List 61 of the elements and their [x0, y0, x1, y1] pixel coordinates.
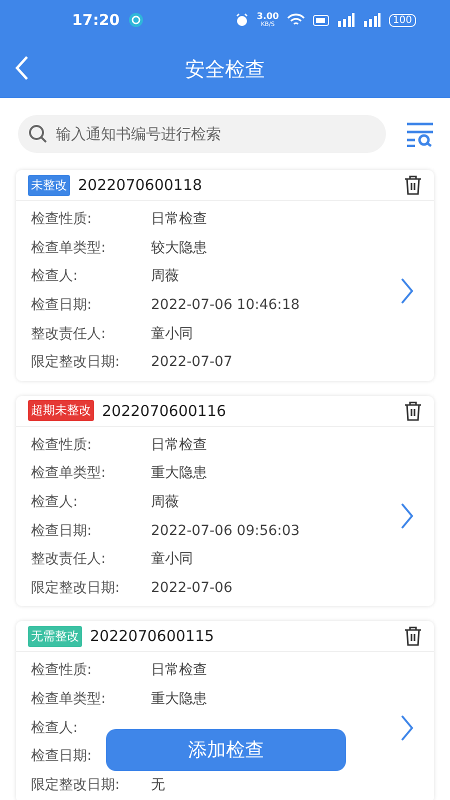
- field-value: 童小同: [151, 324, 193, 343]
- page-title: 安全检查: [185, 56, 265, 82]
- field-label: 检查日期:: [31, 296, 93, 314]
- field-label: 检查人:: [31, 718, 79, 737]
- field-value: 重大隐患: [151, 464, 207, 482]
- status-tag: 无需整改: [28, 626, 82, 647]
- field-value: 无: [151, 776, 165, 794]
- chevron-right-icon[interactable]: [400, 714, 414, 742]
- chevron-right-icon[interactable]: [400, 276, 414, 305]
- net-speed: 3.00: [256, 12, 279, 22]
- field-label: 检查性质:: [31, 436, 93, 454]
- field-label: 检查日期:: [31, 747, 93, 766]
- filter-search-button[interactable]: [406, 121, 434, 147]
- field-value: 日常检查: [151, 436, 207, 454]
- field-value: 2022-07-07: [151, 354, 232, 370]
- notice-number: 2022070600116: [102, 402, 228, 420]
- field-label: 限定整改日期:: [31, 353, 121, 372]
- app-icon: [128, 12, 144, 28]
- back-button[interactable]: [14, 54, 30, 82]
- inspection-card[interactable]: 超期未整改 2022070600116 检查性质: 日常检查 检查单类型: 重大隐患 检查人: 周薇 检查日期: 2022-07-06 09:56:03 整改责任人: 童小同 限定整改日期: 2022-07-06: [16, 396, 434, 606]
- hd-icon: [312, 14, 329, 26]
- battery-level: 100: [388, 14, 416, 26]
- field-label: 限定整改日期:: [31, 578, 121, 597]
- field-label: 检查性质:: [31, 661, 93, 680]
- add-inspection-button[interactable]: 添加检查: [106, 729, 346, 771]
- field-value: 周薇: [151, 493, 179, 512]
- search-icon: [28, 124, 48, 144]
- field-label: 检查单类型:: [31, 238, 107, 257]
- field-label: 整改责任人:: [31, 550, 107, 568]
- delete-button[interactable]: [404, 175, 422, 195]
- field-label: 检查单类型:: [31, 690, 107, 708]
- field-label: 限定整改日期:: [31, 776, 121, 794]
- inspection-card[interactable]: 未整改 2022070600118 检查性质: 日常检查 检查单类型: 较大隐患 检查人: 周薇 检查日期: 2022-07-06 10:46:18 整改责任人: 童小同 限定整改日期: 2022-07-07: [16, 170, 434, 381]
- field-value: 2022-07-06 09:56:03: [151, 522, 300, 539]
- search-field[interactable]: 输入通知书编号进行检索: [18, 115, 386, 153]
- signal-icon: [336, 13, 355, 27]
- field-label: 检查人:: [31, 493, 79, 512]
- field-value: 日常检查: [151, 210, 207, 228]
- chevron-right-icon[interactable]: [400, 502, 414, 530]
- notice-number: 2022070600115: [90, 627, 216, 646]
- field-value: 周薇: [151, 267, 179, 286]
- alarm-icon: [234, 13, 249, 27]
- delete-button[interactable]: [404, 400, 422, 421]
- field-value: 重大隐患: [151, 690, 207, 708]
- notice-number: 2022070600118: [78, 176, 204, 194]
- field-value: 2022-07-06 10:46:18: [151, 297, 300, 314]
- status-tag: 未整改: [28, 174, 70, 196]
- field-value: 2022-07-06: [151, 580, 232, 596]
- status-time: 17:20: [72, 11, 120, 29]
- field-label: 检查性质:: [31, 210, 93, 228]
- field-value: 童小同: [151, 550, 193, 568]
- signal-icon: [362, 13, 381, 27]
- field-value: 较大隐患: [151, 238, 207, 257]
- field-label: 检查人:: [31, 267, 79, 286]
- field-label: 整改责任人:: [31, 324, 107, 343]
- field-value: 日常检查: [151, 661, 207, 680]
- wifi-icon: [286, 13, 305, 27]
- field-label: 检查日期:: [31, 522, 93, 540]
- delete-button[interactable]: [404, 626, 422, 646]
- field-label: 检查单类型:: [31, 464, 107, 482]
- status-tag: 超期未整改: [28, 400, 94, 422]
